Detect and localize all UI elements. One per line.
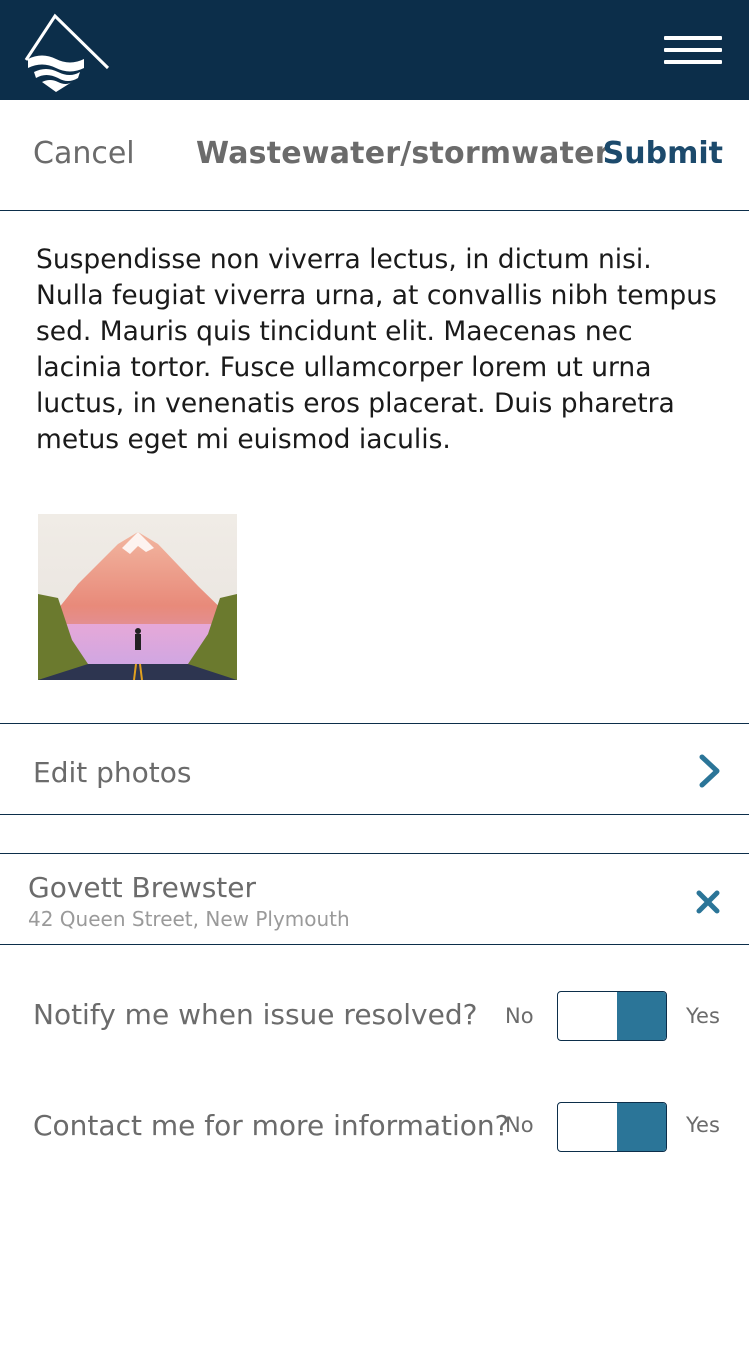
notify-label: Notify me when issue resolved? — [33, 998, 478, 1031]
notify-toggle[interactable] — [557, 991, 667, 1041]
contact-no-label: No — [505, 1113, 534, 1137]
edit-photos-row[interactable]: Edit photos — [0, 723, 749, 815]
location-row: Govett Brewster 42 Queen Street, New Ply… — [0, 853, 749, 945]
mountain-waves-logo[interactable] — [22, 12, 112, 94]
submit-button[interactable]: Submit — [603, 136, 723, 171]
form-navbar: Cancel Wastewater/stormwater Submit — [0, 100, 749, 211]
notify-yes-label: Yes — [686, 1004, 720, 1028]
notify-no-label: No — [505, 1004, 534, 1028]
contact-toggle[interactable] — [557, 1102, 667, 1152]
edit-photos-label: Edit photos — [33, 756, 192, 789]
page-title: Wastewater/stormwater — [196, 136, 610, 171]
toggle-knob — [617, 992, 666, 1040]
contact-toggle-row: Contact me for more information? No Yes — [0, 1102, 749, 1154]
cancel-button[interactable]: Cancel — [33, 136, 135, 171]
issue-description: Suspendisse non viverra lectus, in dictu… — [36, 244, 717, 455]
hamburger-menu-icon[interactable] — [664, 34, 722, 68]
chevron-right-icon — [699, 754, 720, 788]
location-address: 42 Queen Street, New Plymouth — [28, 907, 350, 931]
photo-thumbnail[interactable] — [38, 514, 237, 680]
toggle-knob — [617, 1103, 666, 1151]
app-header — [0, 0, 749, 100]
location-name: Govett Brewster — [28, 871, 257, 904]
mountain-road-photo — [38, 514, 237, 680]
notify-toggle-row: Notify me when issue resolved? No Yes — [0, 991, 749, 1043]
close-icon[interactable] — [694, 888, 722, 916]
contact-yes-label: Yes — [686, 1113, 720, 1137]
contact-label: Contact me for more information? — [33, 1109, 510, 1142]
